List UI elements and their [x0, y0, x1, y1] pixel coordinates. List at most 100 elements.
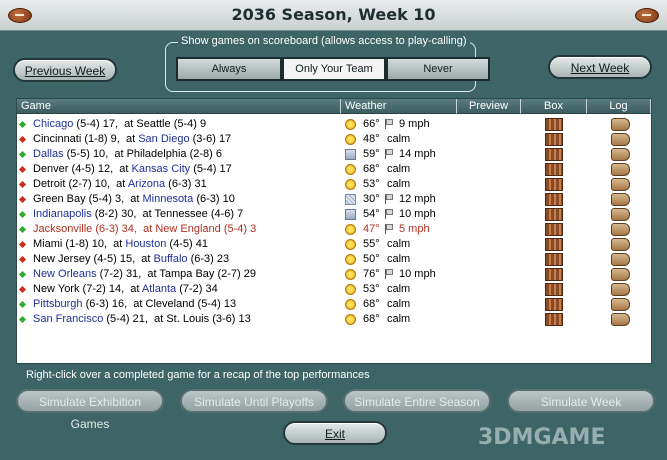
home-team[interactable]: Tampa Bay [159, 268, 214, 280]
box-score-icon[interactable] [545, 178, 563, 191]
next-week-button[interactable]: Next Week [548, 55, 652, 79]
home-team[interactable]: St. Louis [166, 313, 209, 325]
box-score-icon[interactable] [545, 313, 563, 326]
away-team[interactable]: Miami [33, 238, 62, 250]
game-log-icon[interactable] [611, 238, 630, 251]
away-team[interactable]: Indianapolis [33, 208, 92, 220]
game-log-icon[interactable] [611, 313, 630, 326]
box-score-icon[interactable] [545, 133, 563, 146]
home-record: (6-3) [190, 253, 214, 265]
away-score: 3 [114, 193, 122, 205]
game-row[interactable]: Jacksonville (6-3) 34, at New England (5… [17, 222, 651, 238]
game-row[interactable]: New Jersey (4-5) 15, at Buffalo (6-3) 23… [17, 252, 651, 268]
home-team[interactable]: Atlanta [142, 283, 176, 295]
simulate-exhibition-button[interactable]: Simulate Exhibition Games [16, 389, 164, 431]
temperature: 55° [363, 238, 380, 250]
game-log-icon[interactable] [611, 178, 630, 191]
game-log-icon[interactable] [611, 163, 630, 176]
away-team[interactable]: Denver [33, 163, 68, 175]
result-bullet-icon [18, 180, 27, 189]
away-team[interactable]: Detroit [33, 178, 65, 190]
game-row[interactable]: New Orleans (7-2) 31, at Tampa Bay (2-7)… [17, 267, 651, 283]
box-score-icon[interactable] [545, 193, 563, 206]
wind-speed: 12 mph [399, 193, 436, 205]
home-team[interactable]: Philadelphia [127, 148, 187, 160]
game-row[interactable]: Pittsburgh (6-3) 16, at Cleveland (5-4) … [17, 297, 651, 313]
away-team[interactable]: Pittsburgh [33, 298, 83, 310]
home-team[interactable]: Tennessee [155, 208, 208, 220]
home-team[interactable]: Arizona [128, 178, 165, 190]
result-bullet-icon [18, 165, 27, 174]
box-score-icon[interactable] [545, 268, 563, 281]
away-team[interactable]: New York [33, 283, 79, 295]
game-log-icon[interactable] [611, 298, 630, 311]
game-log-icon[interactable] [611, 133, 630, 146]
column-header-log[interactable]: Log [587, 99, 651, 114]
column-header-game[interactable]: Game [17, 99, 341, 114]
box-score-icon[interactable] [545, 223, 563, 236]
result-bullet-icon [18, 120, 27, 129]
game-row[interactable]: Detroit (2-7) 10, at Arizona (6-3) 31 53°… [17, 177, 651, 193]
game-log-icon[interactable] [611, 208, 630, 221]
game-row[interactable]: Chicago (5-4) 17, at Seattle (5-4) 9 66° 9… [17, 117, 651, 133]
game-log-icon[interactable] [611, 223, 630, 236]
temperature: 47° [363, 223, 380, 235]
home-team[interactable]: Buffalo [153, 253, 187, 265]
home-team[interactable]: Houston [125, 238, 166, 250]
box-score-icon[interactable] [545, 148, 563, 161]
away-team[interactable]: Dallas [33, 148, 64, 160]
watermark: 3DMGAME [478, 425, 606, 450]
box-score-icon[interactable] [545, 298, 563, 311]
game-row[interactable]: Cincinnati (1-8) 9, at San Diego (3-6) 1… [17, 132, 651, 148]
column-header-box[interactable]: Box [521, 99, 587, 114]
game-row[interactable]: San Francisco (5-4) 21, at St. Louis (3-… [17, 312, 651, 328]
game-row[interactable]: Denver (4-5) 12, at Kansas City (5-4) 17… [17, 162, 651, 178]
box-score-icon[interactable] [545, 118, 563, 131]
game-row[interactable]: Dallas (5-5) 10, at Philadelphia (2-8) 6… [17, 147, 651, 163]
box-score-icon[interactable] [545, 283, 563, 296]
home-team[interactable]: Seattle [136, 118, 170, 130]
game-log-icon[interactable] [611, 193, 630, 206]
game-log-icon[interactable] [611, 118, 630, 131]
simulate-entire-season-button[interactable]: Simulate Entire Season [343, 389, 491, 413]
box-score-icon[interactable] [545, 238, 563, 251]
home-team[interactable]: Cleveland [146, 298, 195, 310]
box-score-icon[interactable] [545, 253, 563, 266]
column-header-preview[interactable]: Preview [457, 99, 521, 114]
away-team[interactable]: San Francisco [33, 313, 103, 325]
away-team[interactable]: Chicago [33, 118, 73, 130]
simulate-week-button[interactable]: Simulate Week [507, 389, 655, 413]
away-team[interactable]: New Jersey [33, 253, 90, 265]
temperature: 59° [363, 148, 380, 160]
result-bullet-icon [18, 240, 27, 249]
box-score-icon[interactable] [545, 163, 563, 176]
game-row[interactable]: Miami (1-8) 10, at Houston (4-5) 41 55° ca… [17, 237, 651, 253]
away-team[interactable]: Green Bay [33, 193, 86, 205]
wind-speed: calm [387, 133, 411, 145]
weather-sun-icon [345, 224, 356, 235]
game-log-icon[interactable] [611, 283, 630, 296]
exit-button[interactable]: Exit [283, 421, 387, 445]
home-team[interactable]: New England [155, 223, 220, 235]
game-row[interactable]: New York (7-2) 14, at Atlanta (7-2) 34 53… [17, 282, 651, 298]
game-log-icon[interactable] [611, 148, 630, 161]
home-team[interactable]: Minnesota [142, 193, 193, 205]
home-team[interactable]: Kansas City [131, 163, 190, 175]
box-score-icon[interactable] [545, 208, 563, 221]
away-team[interactable]: New Orleans [33, 268, 97, 280]
away-team[interactable]: Cincinnati [33, 133, 81, 145]
game-log-icon[interactable] [611, 253, 630, 266]
game-log-icon[interactable] [611, 268, 630, 281]
game-row[interactable]: Green Bay (5-4) 3, at Minnesota (6-3) 10… [17, 192, 651, 208]
option-always[interactable]: Always [176, 57, 282, 81]
away-record: (5-5) [66, 148, 90, 160]
home-team[interactable]: San Diego [138, 133, 189, 145]
simulate-until-playoffs-button[interactable]: Simulate Until Playoffs [180, 389, 328, 413]
game-row[interactable]: Indianapolis (8-2) 30, at Tennessee (4-6… [17, 207, 651, 223]
away-team[interactable]: Jacksonville [33, 223, 92, 235]
wind-flag-icon [385, 119, 394, 129]
previous-week-button[interactable]: Previous Week [13, 58, 117, 82]
option-only-your-team[interactable]: Only Your Team [282, 57, 386, 81]
option-never[interactable]: Never [386, 57, 490, 81]
column-header-weather[interactable]: Weather [341, 99, 457, 114]
